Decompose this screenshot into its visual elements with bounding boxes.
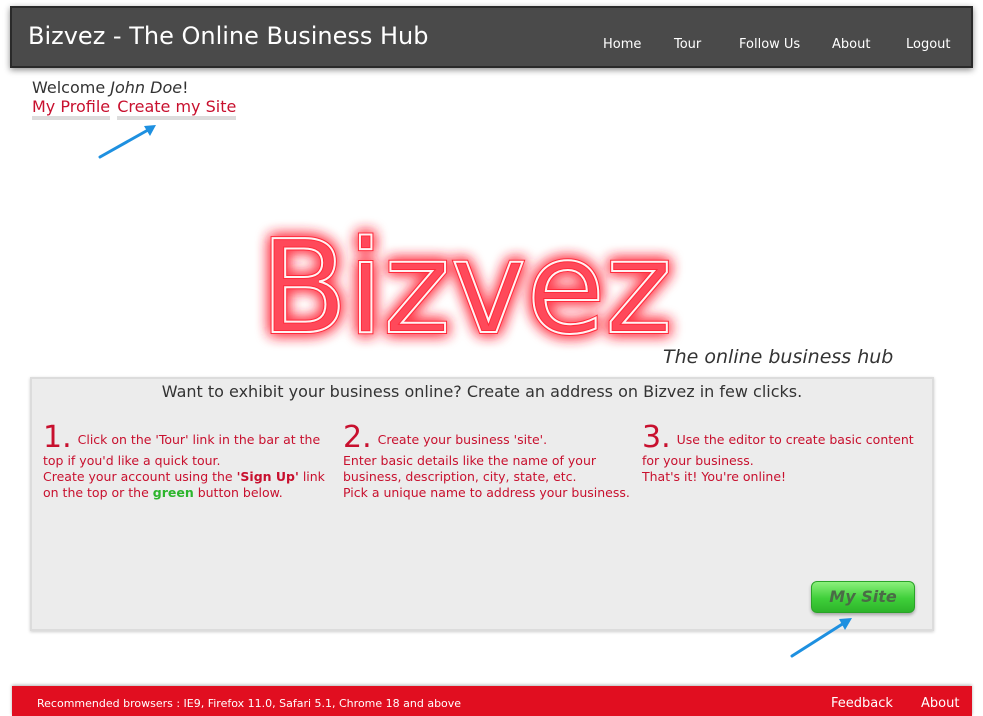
my-site-button[interactable]: My Site	[811, 581, 915, 613]
step-number: 1.	[43, 420, 72, 455]
intro-panel: Want to exhibit your business online? Cr…	[30, 377, 934, 631]
recommended-browsers-text: Recommended browsers : IE9, Firefox 11.0…	[37, 697, 462, 710]
panel-heading: Want to exhibit your business online? Cr…	[161, 382, 803, 401]
green-emphasis: green	[152, 485, 194, 500]
footer-about-link[interactable]: About	[921, 696, 959, 711]
step-3: 3. Use the editor to create basic content…	[642, 423, 924, 485]
nav-logout[interactable]: Logout	[906, 37, 951, 52]
bizvez-logo: Bizvez Bizvez	[258, 212, 674, 362]
create-site-link[interactable]: Create my Site	[117, 97, 237, 120]
step-text: button below.	[193, 485, 283, 500]
my-profile-link[interactable]: My Profile	[32, 97, 111, 120]
welcome-prefix: Welcome	[32, 78, 111, 97]
step-text: Click on the 'Tour' link in the bar at t…	[43, 432, 321, 468]
step-text: Enter basic details like the name of you…	[343, 453, 597, 484]
footer-feedback-link[interactable]: Feedback	[831, 696, 893, 711]
step-number: 2.	[343, 420, 372, 455]
step-1: 1. Click on the 'Tour' link in the bar at…	[43, 423, 333, 501]
step-text: Pick a unique name to address your busin…	[343, 485, 630, 500]
nav-about[interactable]: About	[832, 37, 870, 52]
step-2: 2. Create your business 'site'. Enter bas…	[343, 423, 635, 501]
step-number: 3.	[642, 420, 671, 455]
step-text: Use the editor to create basic content f…	[642, 432, 914, 468]
user-name: John Doe	[110, 78, 183, 97]
welcome-message: Welcome John Doe!	[32, 78, 189, 97]
nav-follow-us[interactable]: Follow Us	[739, 37, 800, 52]
nav-tour[interactable]: Tour	[674, 37, 701, 52]
sign-up-emphasis: 'Sign Up'	[236, 469, 299, 484]
annotation-arrow-icon	[790, 618, 852, 658]
footer-bar: Recommended browsers : IE9, Firefox 11.0…	[12, 686, 972, 716]
step-text: That's it! You're online!	[642, 469, 787, 484]
logo-text-highlight: Bizvez	[260, 214, 672, 362]
tagline: The online business hub	[663, 346, 894, 368]
top-nav-bar: Bizvez - The Online Business Hub Home To…	[10, 6, 973, 68]
site-title: Bizvez - The Online Business Hub	[28, 22, 429, 50]
welcome-suffix: !	[182, 78, 189, 97]
annotation-arrow-icon	[98, 125, 156, 159]
profile-links: My Profile Create my Site	[32, 97, 238, 120]
step-text: Create your business 'site'.	[377, 432, 548, 447]
nav-home[interactable]: Home	[603, 37, 641, 52]
step-text: Create your account using the	[43, 469, 237, 484]
